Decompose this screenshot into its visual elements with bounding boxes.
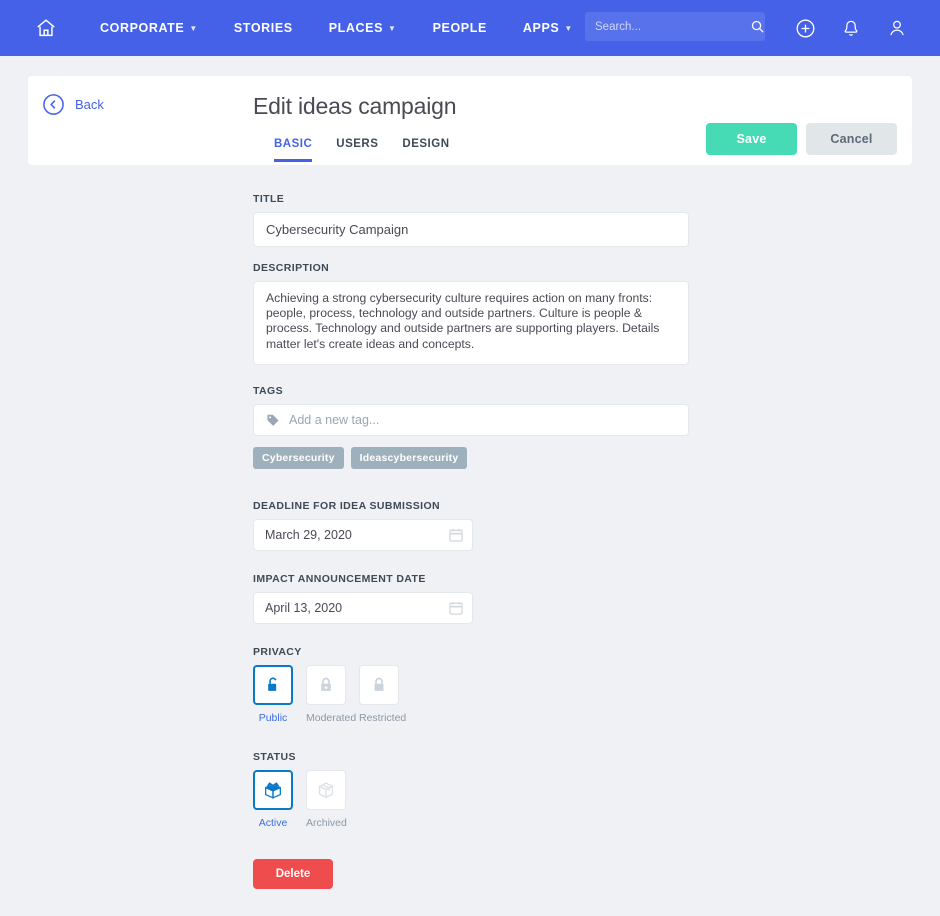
impact-date-label: IMPACT ANNOUNCEMENT DATE	[253, 573, 426, 585]
privacy-option-public[interactable]: Public	[253, 665, 293, 724]
tab-bar: BASIC USERS DESIGN	[274, 138, 474, 162]
tab-users[interactable]: USERS	[336, 138, 378, 160]
privacy-option-label: Restricted	[359, 712, 407, 724]
nav-item-corporate[interactable]: CORPORATE ▼	[100, 21, 198, 35]
title-input[interactable]	[253, 212, 689, 247]
tag-chip[interactable]: Cybersecurity	[253, 447, 344, 469]
chevron-down-icon: ▼	[388, 24, 397, 33]
top-navigation-bar: CORPORATE ▼ STORIES PLACES ▼ PEOPLE APPS…	[0, 0, 940, 56]
privacy-option-restricted[interactable]: Restricted	[359, 665, 407, 724]
nav-item-label: STORIES	[233, 21, 293, 35]
chevron-left-circle-icon	[43, 94, 64, 115]
status-option-label: Archived	[306, 817, 347, 829]
deadline-label: DEADLINE FOR IDEA SUBMISSION	[253, 500, 440, 512]
privacy-option-box	[253, 665, 293, 705]
nav-item-people[interactable]: PEOPLE	[433, 21, 487, 35]
chevron-down-icon: ▼	[564, 24, 573, 33]
impact-date-field	[253, 592, 473, 624]
privacy-option-label: Moderated	[306, 712, 357, 724]
nav-item-label: PEOPLE	[432, 21, 487, 35]
nav-item-label: CORPORATE	[100, 21, 185, 35]
status-label: STATUS	[253, 751, 296, 763]
lock-plus-icon	[321, 677, 331, 691]
nav-item-places[interactable]: PLACES ▼	[329, 21, 397, 35]
status-options: Active Archived	[253, 770, 689, 829]
unlocked-padlock-icon	[268, 677, 277, 691]
back-button[interactable]: Back	[42, 93, 104, 116]
privacy-option-box	[359, 665, 399, 705]
bell-icon[interactable]	[836, 13, 866, 43]
status-option-box	[306, 770, 346, 810]
search-input[interactable]	[585, 20, 749, 33]
open-box-icon	[265, 782, 281, 799]
tag-input[interactable]	[289, 413, 676, 427]
privacy-option-box	[306, 665, 346, 705]
cancel-button[interactable]: Cancel	[806, 123, 897, 155]
chevron-down-icon: ▼	[189, 24, 198, 33]
impact-date-input[interactable]	[253, 592, 473, 624]
deadline-field	[253, 519, 473, 551]
privacy-option-label: Public	[258, 712, 288, 724]
header-actions: Save Cancel	[706, 123, 897, 155]
page-header-card: Back Edit ideas campaign BASIC USERS DES…	[28, 76, 912, 165]
tag-list: Cybersecurity Ideascybersecurity	[253, 447, 689, 469]
description-label: DESCRIPTION	[253, 262, 330, 274]
title-label: TITLE	[253, 193, 285, 205]
closed-box-icon	[318, 782, 334, 799]
tab-basic[interactable]: BASIC	[274, 138, 313, 162]
nav-item-apps[interactable]: APPS ▼	[523, 21, 573, 35]
tag-chip[interactable]: Ideascybersecurity	[350, 447, 468, 469]
calendar-icon[interactable]	[448, 527, 464, 543]
nav-item-label: APPS	[522, 21, 560, 35]
search-icon[interactable]	[749, 13, 765, 41]
delete-button[interactable]: Delete	[253, 859, 333, 889]
home-icon[interactable]	[32, 14, 60, 42]
nav-right-icons	[790, 13, 912, 43]
nav-item-stories[interactable]: STORIES	[234, 21, 293, 35]
plus-circle-icon[interactable]	[790, 13, 820, 43]
status-option-active[interactable]: Active	[253, 770, 293, 829]
nav-item-label: PLACES	[328, 21, 384, 35]
privacy-option-moderated[interactable]: Moderated	[306, 665, 357, 724]
tag-icon	[267, 414, 279, 426]
user-icon[interactable]	[882, 13, 912, 43]
campaign-form: TITLE DESCRIPTION TAGS Cybersecurity Ide…	[253, 193, 689, 889]
deadline-input[interactable]	[253, 519, 473, 551]
description-textarea[interactable]	[253, 281, 689, 365]
tag-input-wrapper[interactable]	[253, 404, 689, 436]
privacy-label: PRIVACY	[253, 646, 302, 658]
nav-items: CORPORATE ▼ STORIES PLACES ▼ PEOPLE APPS…	[100, 21, 609, 35]
calendar-icon[interactable]	[448, 600, 464, 616]
page-title: Edit ideas campaign	[253, 93, 457, 119]
privacy-options: Public Moderated Restricted	[253, 665, 689, 724]
back-label: Back	[75, 97, 104, 112]
tags-label: TAGS	[253, 385, 283, 397]
tab-design[interactable]: DESIGN	[402, 138, 449, 160]
status-option-label: Active	[258, 817, 288, 829]
status-option-archived[interactable]: Archived	[306, 770, 347, 829]
search-box[interactable]	[585, 12, 765, 41]
locked-padlock-icon	[374, 677, 384, 691]
save-button[interactable]: Save	[706, 123, 797, 155]
status-option-box	[253, 770, 293, 810]
